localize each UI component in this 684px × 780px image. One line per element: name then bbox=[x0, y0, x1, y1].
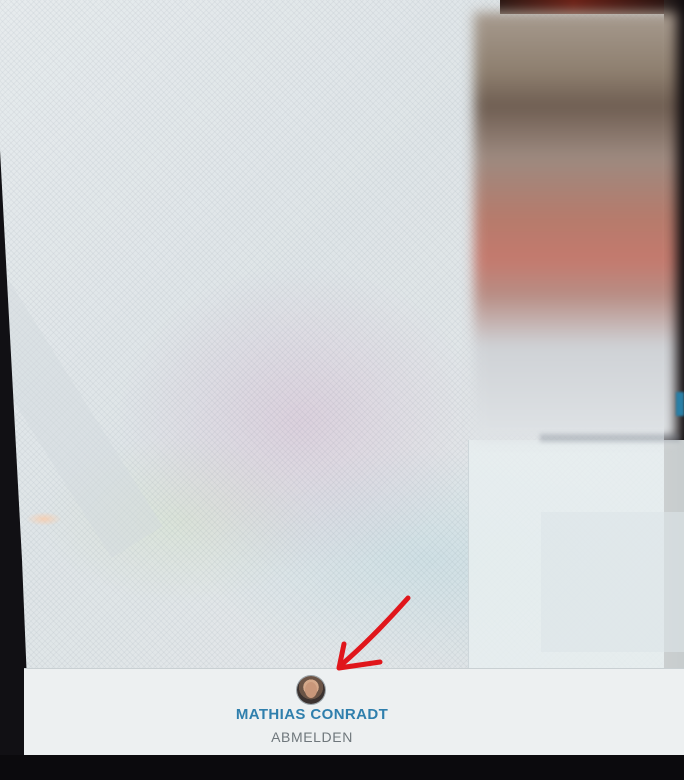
redacted-blurred-area bbox=[474, 12, 676, 440]
background-panel-inner bbox=[541, 512, 684, 652]
monitor-bezel-bottom bbox=[0, 755, 684, 780]
background-panel bbox=[468, 440, 684, 670]
avatar-face bbox=[305, 682, 317, 698]
user-avatar[interactable] bbox=[297, 676, 325, 704]
photo-of-screen: MATHIAS CONRADT ABMELDEN bbox=[0, 0, 684, 780]
redacted-blurred-text bbox=[540, 434, 680, 442]
user-name-link[interactable]: MATHIAS CONRADT bbox=[200, 706, 424, 723]
logout-link[interactable]: ABMELDEN bbox=[200, 729, 424, 745]
partial-cut-off-element bbox=[676, 392, 684, 416]
light-reflection bbox=[26, 512, 62, 526]
